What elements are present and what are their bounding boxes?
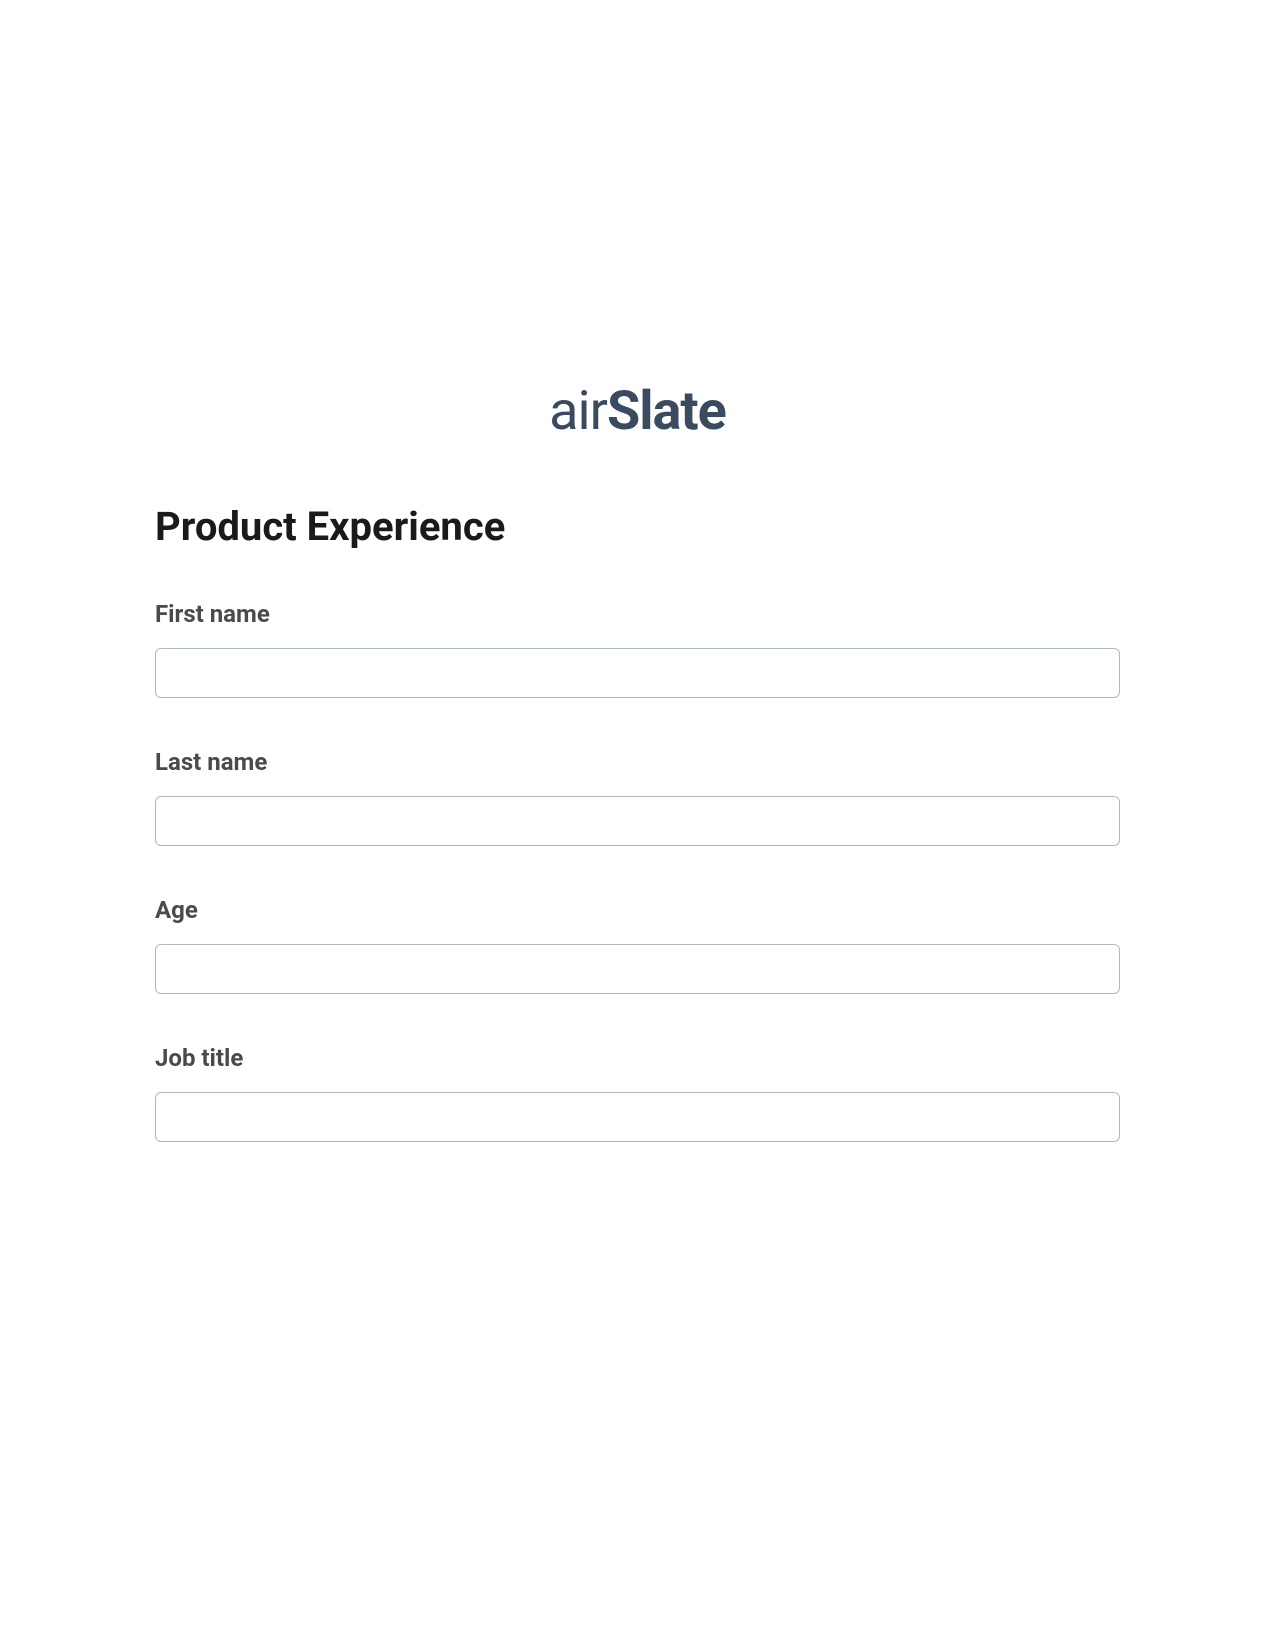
age-label: Age [155,896,1120,924]
form-container: airSlate Product Experience First name L… [0,0,1275,1142]
age-field: Age [155,896,1120,994]
job-title-label: Job title [155,1044,1120,1072]
last-name-field: Last name [155,748,1120,846]
logo-text: airSlate [549,380,726,443]
first-name-label: First name [155,600,1120,628]
form-title: Product Experience [155,503,1120,550]
last-name-label: Last name [155,748,1120,776]
job-title-field: Job title [155,1044,1120,1142]
first-name-input[interactable] [155,648,1120,698]
first-name-field: First name [155,600,1120,698]
logo: airSlate [155,380,1120,443]
job-title-input[interactable] [155,1092,1120,1142]
age-input[interactable] [155,944,1120,994]
last-name-input[interactable] [155,796,1120,846]
